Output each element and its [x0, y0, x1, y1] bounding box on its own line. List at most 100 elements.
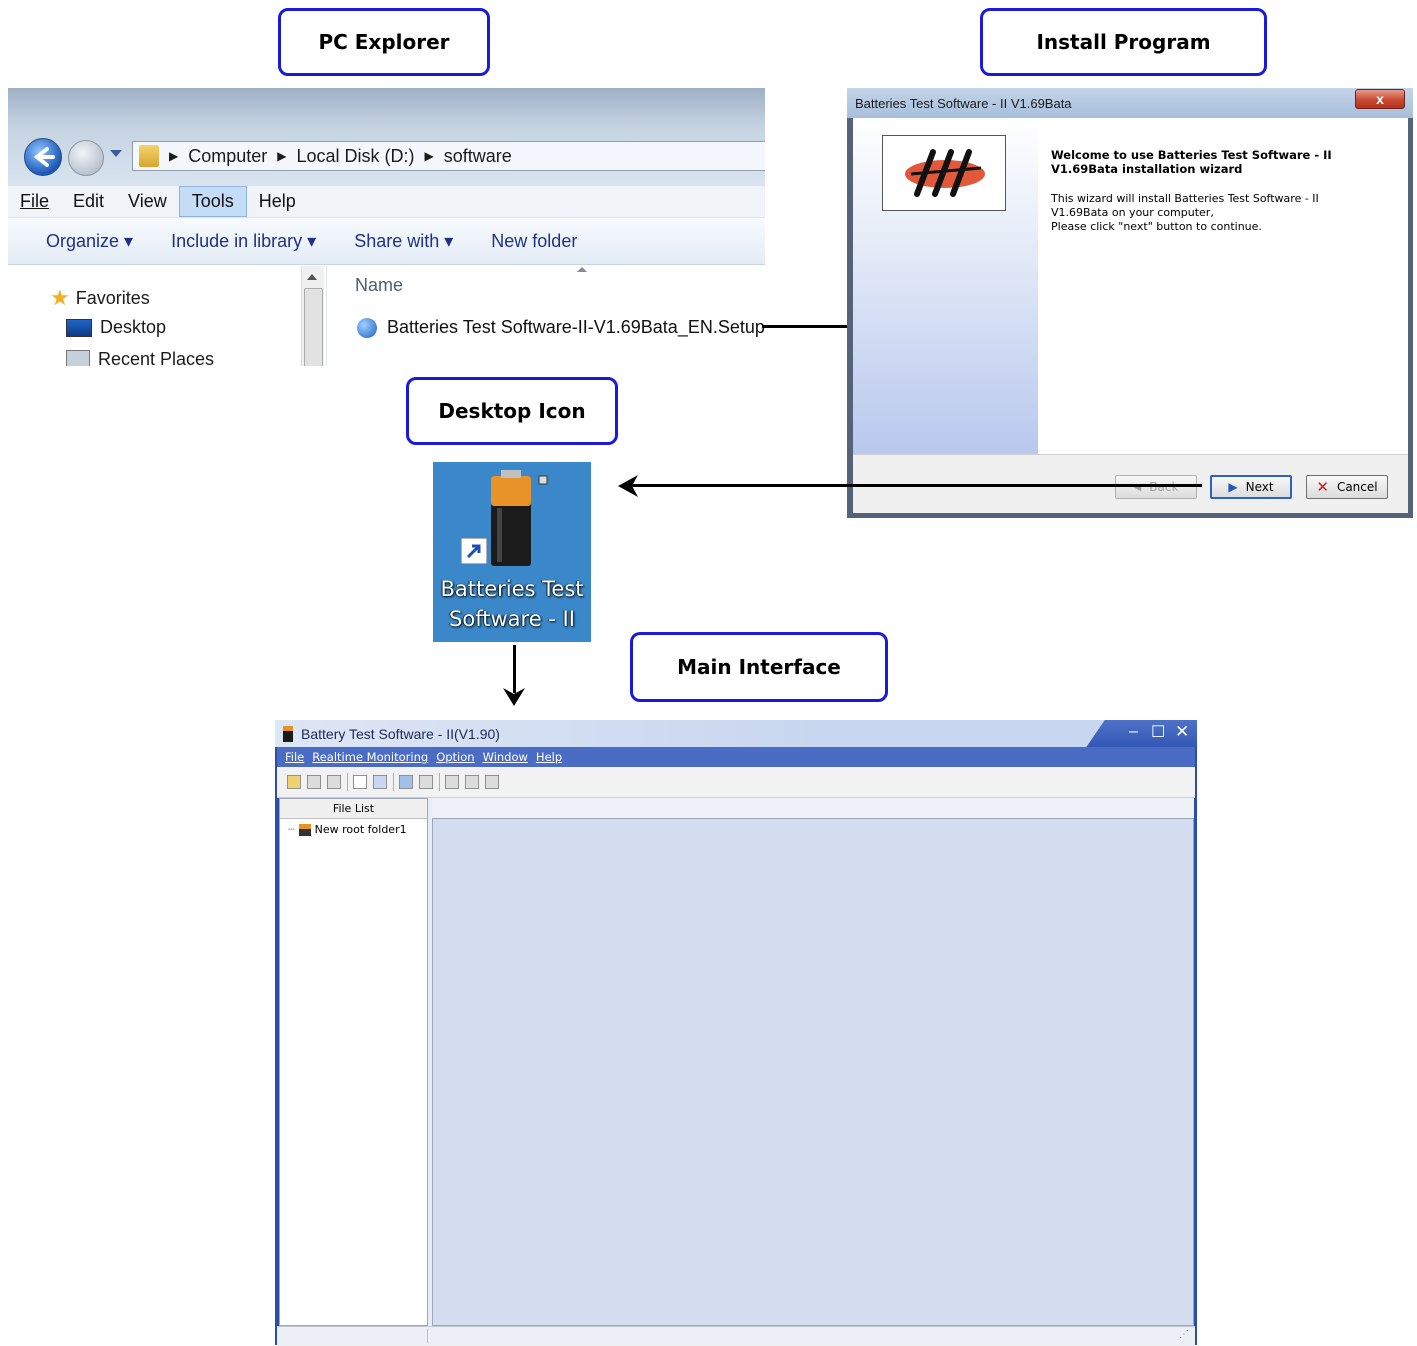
tree-root-item[interactable]: ┄ New root folder1: [288, 823, 407, 836]
scroll-up-icon[interactable]: [307, 274, 317, 280]
next-button[interactable]: ▶ Next: [1210, 475, 1292, 499]
share-with-button[interactable]: Share with ▾: [354, 231, 453, 252]
wizard-line2: Please click "next" button to continue.: [1051, 220, 1262, 233]
nav-favorites[interactable]: ★ Favorites: [50, 285, 150, 311]
menu-option[interactable]: Option: [436, 750, 474, 764]
print-icon[interactable]: [327, 775, 341, 789]
menu-edit[interactable]: Edit: [61, 187, 116, 216]
main-window: Battery Test Software - II(V1.90) ‒ ☐ ✕ …: [275, 720, 1197, 1346]
include-in-library-button[interactable]: Include in library ▾: [171, 231, 316, 252]
folder-battery-icon: [298, 823, 311, 836]
close-button[interactable]: ✕: [1175, 722, 1189, 742]
menu-file[interactable]: File: [285, 750, 304, 764]
main-interface-label: Main Interface: [677, 655, 841, 679]
recent-places-icon: [66, 349, 90, 366]
setup-file-item[interactable]: Batteries Test Software-II-V1.69Bata_EN.…: [357, 317, 765, 338]
desktop-icon: [66, 318, 92, 337]
breadcrumb-software[interactable]: software: [444, 146, 512, 167]
wizard-heading: Welcome to use Batteries Test Software -…: [1051, 148, 1332, 176]
main-menubar: File Realtime Monitoring Option Window H…: [277, 747, 1195, 767]
organize-button[interactable]: Organize ▾: [46, 231, 133, 252]
transfer-icon[interactable]: [373, 775, 387, 789]
brand-logo-icon: [905, 149, 985, 197]
disconnect-icon[interactable]: [419, 775, 433, 789]
install-program-label: Install Program: [1036, 30, 1211, 54]
nav-desktop-label: Desktop: [100, 317, 167, 337]
setup-icon: [357, 317, 377, 338]
desktop-icon-callout: Desktop Icon: [406, 377, 618, 445]
wizard-close-button[interactable]: x: [1355, 89, 1405, 109]
history-dropdown-icon[interactable]: [110, 150, 122, 157]
nav-recent-places[interactable]: Recent Places: [66, 349, 214, 366]
arrow-to-main: [513, 645, 516, 693]
cancel-label: Cancel: [1336, 480, 1378, 494]
desktop-shortcut-line2: Software - II: [449, 607, 575, 631]
navigation-pane: ★ Favorites Desktop Recent Places: [8, 265, 327, 366]
wizard-title: Batteries Test Software - II V1.69Bata: [847, 88, 1413, 118]
back-label: Back: [1149, 480, 1179, 494]
menu-tools[interactable]: Tools: [178, 186, 247, 217]
star-icon: ★: [50, 285, 70, 310]
save-icon[interactable]: [307, 775, 321, 789]
install-wizard-window: Batteries Test Software - II V1.69Bata x…: [847, 88, 1413, 518]
main-titlebar: Battery Test Software - II(V1.90) ‒ ☐ ✕: [275, 720, 1197, 747]
open-folder-icon[interactable]: [287, 775, 301, 789]
start-icon[interactable]: [445, 775, 459, 789]
explorer-titlebar: [8, 88, 765, 186]
file-list: Name Batteries Test Software-II-V1.69Bat…: [327, 265, 765, 366]
breadcrumb-local-disk[interactable]: Local Disk (D:): [297, 146, 415, 167]
pause-icon[interactable]: [465, 775, 479, 789]
menu-realtime-monitoring[interactable]: Realtime Monitoring: [312, 750, 428, 764]
arrow-head-down-icon: [503, 688, 525, 706]
stop-icon[interactable]: [485, 775, 499, 789]
scroll-thumb[interactable]: [304, 288, 323, 366]
forward-button[interactable]: [68, 140, 104, 176]
tree-root-label: New root folder1: [314, 823, 407, 836]
back-button[interactable]: [24, 138, 62, 176]
menu-window[interactable]: Window: [483, 750, 528, 764]
desktop-shortcut-label: Batteries Test Software - II: [433, 574, 591, 634]
main-window-title: Battery Test Software - II(V1.90): [301, 725, 500, 742]
connect-icon[interactable]: [399, 775, 413, 789]
status-bar: ⋰: [277, 1326, 1195, 1346]
nav-recent-label: Recent Places: [98, 349, 215, 366]
status-separator: [427, 1329, 428, 1343]
minimize-button[interactable]: ‒: [1129, 723, 1138, 741]
next-label: Next: [1245, 480, 1274, 494]
nav-desktop[interactable]: Desktop: [66, 317, 166, 338]
tree-connector-icon: ┄: [288, 823, 295, 836]
menu-help[interactable]: Help: [536, 750, 562, 764]
chevron-right-icon: ▶: [424, 149, 434, 163]
shortcut-arrow-icon: [461, 538, 487, 564]
desktop-shortcut[interactable]: Batteries Test Software - II: [433, 462, 591, 642]
install-program-callout: Install Program: [980, 8, 1267, 76]
mdi-header-strip: [432, 798, 1194, 818]
new-folder-button[interactable]: New folder: [491, 231, 577, 252]
wizard-body: Welcome to use Batteries Test Software -…: [853, 118, 1408, 513]
file-list-header[interactable]: File List: [280, 799, 427, 819]
menu-view[interactable]: View: [116, 187, 179, 216]
back-button[interactable]: ◀ Back: [1115, 475, 1197, 499]
resize-grip-icon[interactable]: ⋰: [1179, 1329, 1189, 1340]
explorer-command-bar: Organize ▾ Include in library ▾ Share wi…: [8, 218, 765, 265]
edit-icon[interactable]: [353, 775, 367, 789]
explorer-menubar: File Edit View Tools Help: [8, 186, 765, 218]
next-arrow-icon: ▶: [1228, 480, 1238, 494]
menu-file[interactable]: File: [8, 187, 61, 216]
folder-icon: [139, 145, 159, 167]
address-bar[interactable]: ▶ Computer ▶ Local Disk (D:) ▶ software: [132, 141, 765, 171]
cancel-x-icon: ✕: [1316, 478, 1329, 496]
desktop-shortcut-line1: Batteries Test: [440, 577, 584, 601]
breadcrumb-computer[interactable]: Computer: [188, 146, 267, 167]
main-toolbar: [277, 767, 1195, 798]
app-battery-icon: [283, 725, 293, 742]
column-header-name[interactable]: Name: [355, 275, 403, 296]
maximize-button[interactable]: ☐: [1151, 722, 1165, 742]
chevron-right-icon: ▶: [277, 149, 287, 163]
toolbar-separator: [393, 773, 394, 791]
menu-help[interactable]: Help: [247, 187, 308, 216]
cancel-button[interactable]: ✕ Cancel: [1306, 475, 1388, 499]
nav-scrollbar[interactable]: [301, 266, 324, 366]
main-interface-callout: Main Interface: [630, 632, 888, 702]
nav-favorites-label: Favorites: [75, 287, 150, 308]
